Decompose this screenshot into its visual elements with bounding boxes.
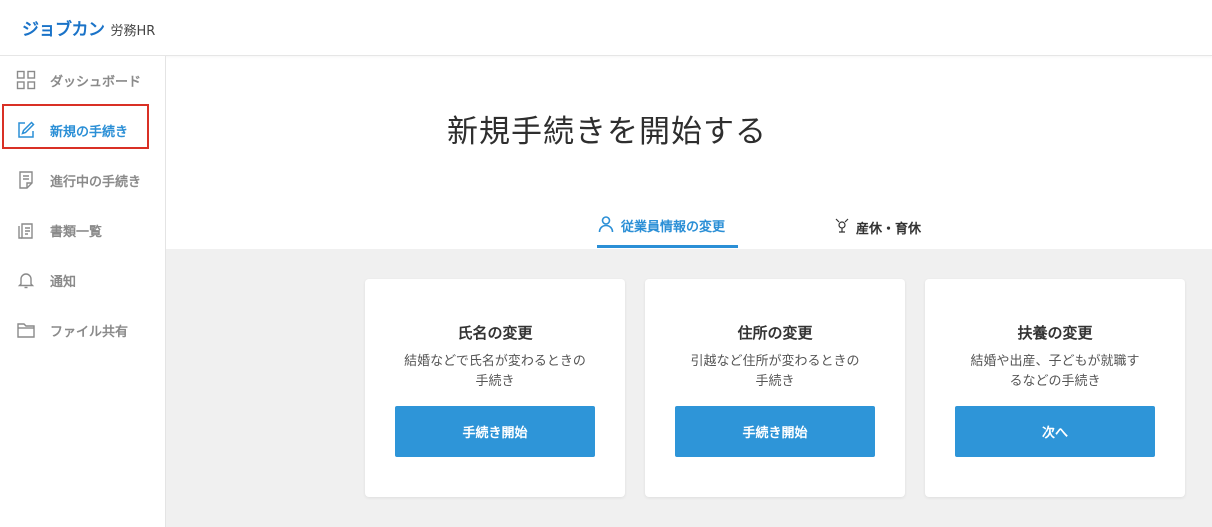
baby-icon <box>834 217 850 237</box>
app-header: ジョブカン 労務HR <box>0 0 1212 56</box>
tab-employee-info-change[interactable]: 従業員情報の変更 <box>597 206 738 248</box>
card-description: 結婚や出産、子どもが就職す るなどの手続き <box>945 352 1165 392</box>
cards-area: 氏名の変更 結婚などで氏名が変わるときの 手続き 手続き開始 住所の変更 引越な… <box>166 249 1212 527</box>
tab-maternity-childcare-leave[interactable]: 産休・育休 <box>834 206 944 248</box>
card-address-change: 住所の変更 引越など住所が変わるときの 手続き 手続き開始 <box>645 279 905 497</box>
sidebar-item-label: 通知 <box>50 274 77 290</box>
sidebar-item-file-sharing[interactable]: ファイル共有 <box>0 307 165 353</box>
main-content: 新規手続きを開始する 従業員情報の変更 産休・育休 氏名の変更 結婚などで氏名が… <box>166 56 1212 527</box>
sidebar-item-in-progress[interactable]: 進行中の手続き <box>0 157 165 203</box>
logo-product: 労務HR <box>110 24 156 39</box>
logo-brand: ジョブカン <box>22 20 105 40</box>
card-desc-line: 結婚や出産、子どもが就職す <box>970 354 1140 369</box>
tab-bar: 従業員情報の変更 産休・育休 <box>166 196 1212 249</box>
card-desc-line: 手続き <box>755 374 795 389</box>
card-name-change: 氏名の変更 結婚などで氏名が変わるときの 手続き 手続き開始 <box>365 279 625 497</box>
tab-label: 産休・育休 <box>856 221 922 237</box>
card-title: 住所の変更 <box>737 324 813 342</box>
sidebar-item-label: ファイル共有 <box>50 324 129 340</box>
tab-label: 従業員情報の変更 <box>621 220 726 235</box>
dashboard-grid-icon <box>15 69 37 91</box>
app-logo[interactable]: ジョブカン 労務HR <box>22 15 155 40</box>
page-title: 新規手続きを開始する <box>447 114 767 150</box>
sidebar-item-notifications[interactable]: 通知 <box>0 257 165 303</box>
card-desc-line: 結婚などで氏名が変わるときの <box>404 354 586 369</box>
card-title: 扶養の変更 <box>1017 324 1093 342</box>
card-desc-line: 手続き <box>475 374 515 389</box>
person-icon <box>597 215 615 237</box>
card-description: 結婚などで氏名が変わるときの 手続き <box>385 352 605 392</box>
card-desc-line: 引越など住所が変わるときの <box>690 354 860 369</box>
folder-icon <box>15 319 37 341</box>
start-procedure-button[interactable]: 手続き開始 <box>395 406 595 457</box>
start-procedure-button[interactable]: 手続き開始 <box>675 406 875 457</box>
next-button[interactable]: 次へ <box>955 406 1155 457</box>
card-title: 氏名の変更 <box>457 324 533 342</box>
document-list-icon <box>15 169 37 191</box>
bell-icon <box>15 269 37 291</box>
documents-icon <box>15 219 37 241</box>
sidebar-item-label: 進行中の手続き <box>50 174 142 190</box>
card-description: 引越など住所が変わるときの 手続き <box>665 352 885 392</box>
sidebar-item-documents[interactable]: 書類一覧 <box>0 207 165 253</box>
sidebar-item-dashboard[interactable]: ダッシュボード <box>0 57 165 103</box>
card-dependent-change: 扶養の変更 結婚や出産、子どもが就職す るなどの手続き 次へ <box>925 279 1185 497</box>
sidebar-item-label: ダッシュボード <box>50 74 142 90</box>
card-desc-line: るなどの手続き <box>1009 374 1101 389</box>
sidebar-item-label: 書類一覧 <box>50 224 103 240</box>
